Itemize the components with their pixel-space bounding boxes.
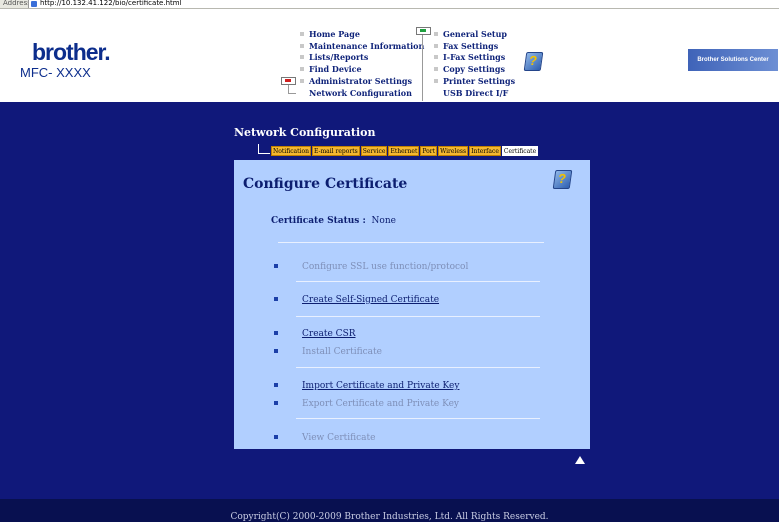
tree-line (288, 85, 289, 93)
panel-title: Configure Certificate (243, 176, 408, 192)
bullet-icon (300, 32, 304, 36)
item-view-certificate: View Certificate (274, 433, 375, 443)
bullet-icon (274, 383, 278, 387)
bullet-icon (434, 79, 438, 83)
menu-network-configuration[interactable]: Network Configuration (300, 88, 412, 98)
scroll-top-arrow-icon[interactable] (575, 456, 585, 464)
menu-home-page[interactable]: Home Page (300, 29, 360, 39)
address-url[interactable]: http://10.132.41.122/bio/certificate.htm… (40, 0, 182, 8)
item-create-csr[interactable]: Create CSR (274, 329, 356, 339)
address-label: Address (3, 0, 31, 7)
status-value: None (371, 216, 396, 226)
address-field[interactable]: http://10.132.41.122/bio/certificate.htm… (28, 0, 779, 8)
tab-certificate[interactable]: Certificate (501, 146, 539, 156)
tab-bar: Notification E-mail reports Service Ethe… (271, 146, 539, 156)
item-install-certificate: Install Certificate (274, 347, 382, 357)
divider (296, 367, 540, 368)
header: brother. MFC- XXXX Home Page Maintenance… (0, 9, 779, 102)
menu-administrator-settings[interactable]: Administrator Settings (300, 76, 412, 86)
tab-interface[interactable]: Interface (469, 146, 501, 156)
menu-lists-reports[interactable]: Lists/Reports (300, 52, 368, 62)
bullet-icon (434, 67, 438, 71)
item-configure-ssl: Configure SSL use function/protocol (274, 262, 468, 272)
bullet-icon (434, 32, 438, 36)
divider (296, 316, 540, 317)
menu-maintenance-information[interactable]: Maintenance Information (300, 41, 424, 51)
bullet-icon (274, 349, 278, 353)
bullet-icon (300, 79, 304, 83)
solutions-center-button[interactable]: Brother Solutions Center (688, 49, 778, 71)
tab-wireless[interactable]: Wireless (438, 146, 469, 156)
item-import-certificate[interactable]: Import Certificate and Private Key (274, 381, 459, 391)
divider (296, 418, 540, 419)
brother-logo: brother. (32, 39, 111, 65)
menu-fax-settings[interactable]: Fax Settings (434, 41, 498, 51)
bullet-icon (434, 44, 438, 48)
tree-line (258, 144, 270, 154)
divider (296, 281, 540, 282)
configure-certificate-panel: Configure Certificate ? Certificate Stat… (234, 160, 590, 449)
status-label: Certificate Status : (271, 216, 366, 226)
page-icon (31, 1, 37, 7)
menu-find-device[interactable]: Find Device (300, 64, 362, 74)
item-export-certificate: Export Certificate and Private Key (274, 399, 459, 409)
bullet-icon (300, 44, 304, 48)
general-setup-arrow-icon (416, 27, 431, 35)
section-title: Network Configuration (234, 126, 376, 139)
bullet-icon (300, 55, 304, 59)
divider (278, 242, 544, 243)
active-arrow-icon (281, 77, 296, 85)
bullet-icon (300, 67, 304, 71)
certificate-status: Certificate Status : None (271, 216, 396, 226)
menu-general-setup[interactable]: General Setup (434, 29, 507, 39)
tab-service[interactable]: Service (360, 146, 388, 156)
tab-email-reports[interactable]: E-mail reports (311, 146, 360, 156)
copyright: Copyright(C) 2000-2009 Brother Industrie… (230, 512, 549, 522)
bullet-icon (274, 435, 278, 439)
bullet-icon (274, 264, 278, 268)
menu-usb-direct-if[interactable]: USB Direct I/F (434, 88, 508, 98)
bullet-icon (274, 401, 278, 405)
tab-ethernet[interactable]: Ethernet (388, 146, 420, 156)
tab-port[interactable]: Port (420, 146, 438, 156)
bullet-icon (274, 331, 278, 335)
menu-copy-settings[interactable]: Copy Settings (434, 64, 505, 74)
tree-line (422, 35, 423, 101)
address-bar: Address http://10.132.41.122/bio/certifi… (0, 0, 779, 9)
help-icon[interactable]: ? (523, 52, 544, 71)
bullet-icon (434, 55, 438, 59)
model-name: MFC- XXXX (20, 65, 91, 80)
item-create-self-signed[interactable]: Create Self-Signed Certificate (274, 295, 439, 305)
menu-ifax-settings[interactable]: I-Fax Settings (434, 52, 505, 62)
menu-printer-settings[interactable]: Printer Settings (434, 76, 515, 86)
tab-notification[interactable]: Notification (271, 146, 311, 156)
bullet-icon (274, 297, 278, 301)
help-icon[interactable]: ? (552, 170, 573, 189)
tree-line (288, 93, 296, 94)
